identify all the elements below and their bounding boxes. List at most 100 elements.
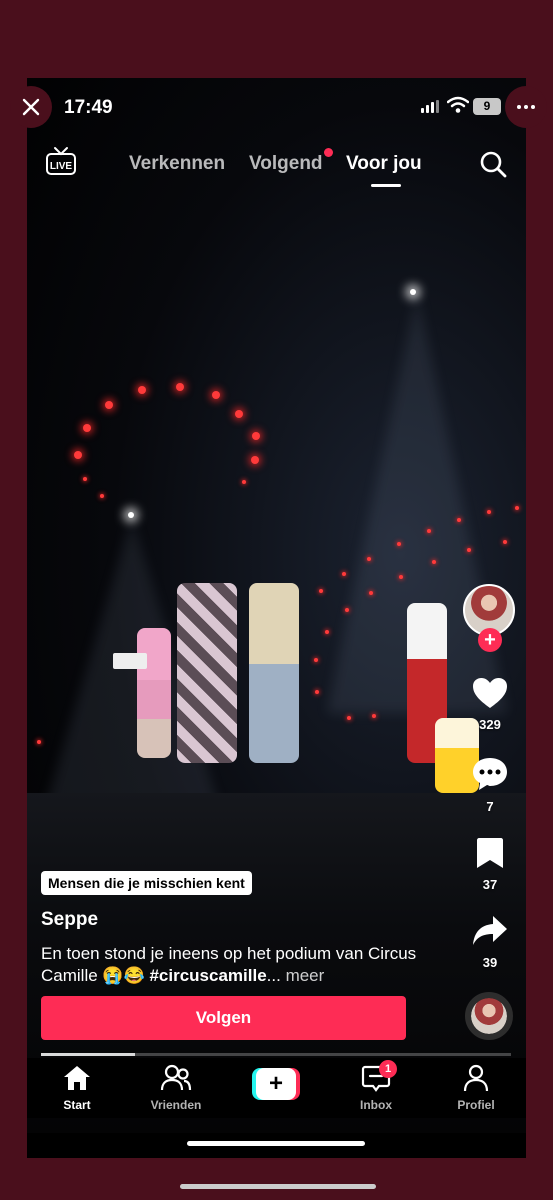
red-light [369,591,373,595]
home-indicator[interactable] [187,1141,365,1146]
follow-plus-button[interactable]: + [478,628,502,652]
tab-vrienden[interactable]: Vrienden [141,1064,211,1112]
red-light [251,456,259,464]
active-tab-indicator [371,184,401,187]
red-light [372,714,376,718]
tab-voor-jou[interactable]: Voor jou [346,153,422,175]
create-icon: + [256,1068,296,1100]
red-light [74,451,82,459]
red-light [235,410,243,418]
performer-girl-pink [137,628,171,758]
more-options-button[interactable] [505,86,547,128]
red-light [314,658,318,662]
performer-man [249,583,299,763]
top-nav: LIVE Verkennen Volgend Voor jou [27,140,526,190]
heart-icon [473,678,507,708]
tab-profiel-label: Profiel [457,1098,495,1112]
red-light [487,510,491,514]
share-button[interactable]: 39 [467,914,513,970]
bottom-tab-bar: Start Vrienden + 1 Inbox Profiel [27,1058,526,1118]
spotlight [410,289,416,295]
battery-icon: 9 [473,98,501,115]
bookmark-button[interactable]: 37 [467,836,513,892]
notification-dot [324,148,333,157]
red-light [515,506,519,510]
tab-inbox-label: Inbox [360,1098,392,1112]
video-progress-bar[interactable] [41,1053,511,1056]
bookmark-count: 37 [482,877,498,892]
red-light [105,401,113,409]
more-dot-icon [524,105,528,109]
live-icon: LIVE [46,147,76,175]
inbox-badge: 1 [379,1060,397,1078]
profile-icon [463,1064,489,1092]
music-disc[interactable] [465,992,513,1040]
phone-screen: 17:49 9 LIVE Verkennen Volgend Voor jou [27,78,526,1158]
comment-icon [473,758,507,790]
comment-count: 7 [486,799,494,814]
close-button[interactable] [10,86,52,128]
status-bar: 17:49 9 [27,78,526,136]
suggestion-tag: Mensen die je misschien kent [41,871,252,895]
outer-home-indicator [180,1184,376,1189]
red-light [319,589,323,593]
sound-avatar [471,998,507,1034]
red-light [100,494,104,498]
tab-start[interactable]: Start [42,1064,112,1112]
red-light [467,548,471,552]
more-link[interactable]: meer [281,966,325,985]
bookmark-icon [477,838,503,868]
red-light [242,480,246,484]
hashtag-link[interactable]: #circuscamille [149,966,266,985]
paper-sign [113,653,147,669]
red-light [345,608,349,612]
tab-volgend[interactable]: Volgend [249,153,323,175]
red-light [399,575,403,579]
description[interactable]: En toen stond je ineens op het podium va… [41,943,421,987]
tab-profiel[interactable]: Profiel [441,1064,511,1112]
friends-icon [160,1064,192,1091]
username[interactable]: Seppe [41,909,421,931]
performer-clown [177,583,237,763]
signal-icon [421,100,439,113]
red-light [397,542,401,546]
tab-vrienden-label: Vrienden [150,1098,202,1112]
live-label: LIVE [50,161,73,172]
follow-button[interactable]: Volgen [41,996,406,1040]
red-light [252,432,260,440]
clock: 17:49 [64,97,113,118]
red-light [212,391,220,399]
more-dot-icon [517,105,521,109]
search-button[interactable] [479,150,507,183]
search-icon [480,151,507,178]
more-dot-icon [531,105,535,109]
red-light [325,630,329,634]
share-count: 39 [482,955,498,970]
red-light [83,477,87,481]
home-icon [64,1066,90,1090]
tab-inbox[interactable]: 1 Inbox [341,1060,411,1112]
red-light [342,572,346,576]
red-light [138,386,146,394]
red-light [315,690,319,694]
description-ellipsis: ... [266,966,281,985]
red-light [37,740,41,744]
tab-verkennen[interactable]: Verkennen [129,153,225,175]
like-button[interactable]: 329 [467,676,513,732]
red-light [367,557,371,561]
red-light [457,518,461,522]
like-count: 329 [479,717,501,732]
red-light [427,529,431,533]
red-light [83,424,91,432]
comment-button[interactable]: 7 [467,756,513,814]
create-button[interactable]: + [252,1068,300,1100]
tab-start-label: Start [63,1098,91,1112]
live-button[interactable]: LIVE [45,146,77,181]
caption-area: Mensen die je misschien kent Seppe En to… [41,871,421,987]
progress-fill [41,1053,135,1056]
red-light [176,383,184,391]
red-light [432,560,436,564]
red-light [503,540,507,544]
wifi-icon [447,96,469,113]
spotlight [128,512,134,518]
